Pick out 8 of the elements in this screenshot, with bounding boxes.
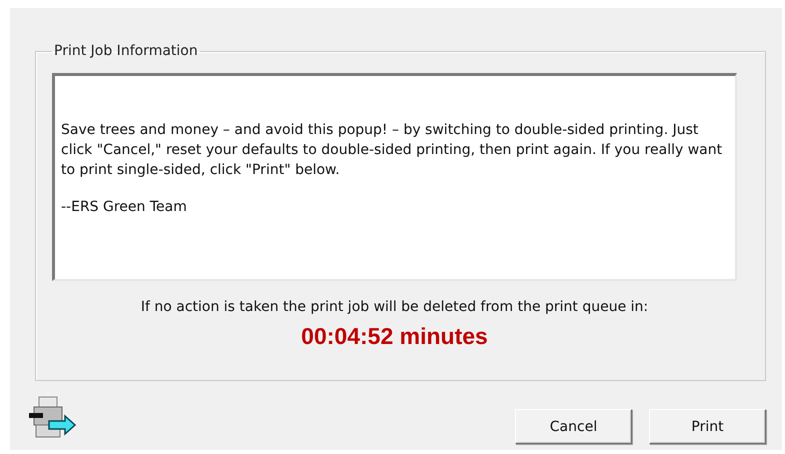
print-button[interactable]: Print	[649, 409, 766, 444]
notice-text: If no action is taken the print job will be deleted from the print queue in:	[140, 299, 650, 315]
countdown-text: 00:04:52 minutes	[300, 323, 489, 350]
message-text: --ERS Green Team	[61, 198, 188, 217]
cancel-button[interactable]: Cancel	[515, 409, 632, 444]
message-text: Save trees and money – and avoid this popup! – by switching to double-sided printing. Just click "Cancel," reset your defaults to double-sided printing, then print again. If you really want to print single-sided, click "Print" below.	[61, 121, 724, 180]
group-title: Print Job Information	[53, 43, 199, 59]
printer-arrow-icon	[29, 394, 79, 440]
